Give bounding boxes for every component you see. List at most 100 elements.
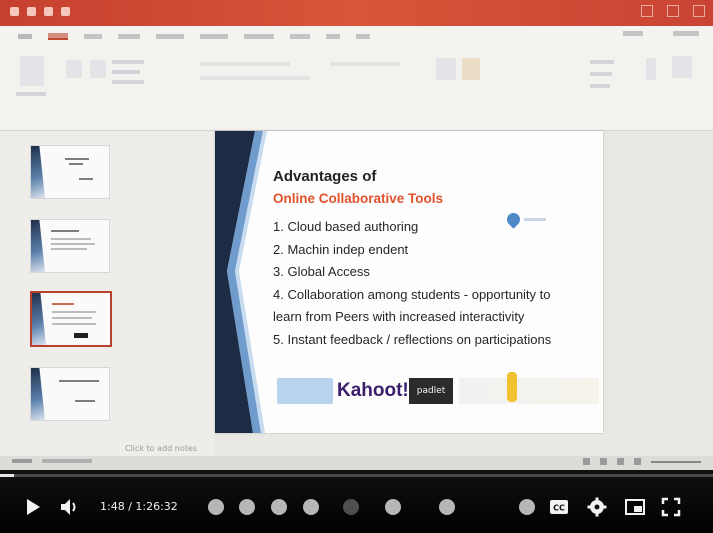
gear-icon (587, 497, 607, 517)
tab-animations[interactable] (200, 33, 228, 39)
progress-bar[interactable] (0, 474, 713, 477)
window-controls (641, 5, 705, 17)
undo-icon[interactable] (44, 7, 53, 16)
slide-thumbnail-1[interactable] (30, 145, 110, 199)
thumbnail-text (51, 243, 95, 245)
replace-button[interactable] (590, 72, 612, 76)
volume-button[interactable] (58, 496, 80, 518)
thumbnail-decoration (32, 293, 46, 345)
thumbnail-decoration (31, 368, 45, 420)
current-slide[interactable]: Advantages of Online Collaborative Tools… (215, 131, 603, 433)
font-group[interactable] (200, 62, 290, 66)
thumbnail-text (79, 178, 93, 180)
video-player-controls: 1:48 / 1:26:32 CC (0, 470, 713, 533)
fullscreen-icon (661, 497, 681, 517)
arrange-button[interactable] (462, 58, 480, 80)
reuse-slides-button[interactable] (90, 60, 106, 78)
tab-home[interactable] (48, 32, 68, 40)
thumbnail-text (52, 317, 92, 319)
slide-thumbnail-3-selected[interactable] (30, 291, 112, 347)
thumbnail-text (59, 380, 99, 382)
tab-file[interactable] (18, 33, 32, 39)
slide-thumbnail-4[interactable] (30, 367, 110, 421)
ribbon-tabs (0, 26, 713, 46)
maximize-icon[interactable] (667, 5, 679, 17)
tab-transitions[interactable] (156, 33, 184, 39)
slideshow-icon[interactable] (634, 458, 641, 465)
player-button[interactable] (236, 496, 258, 518)
reading-view-icon[interactable] (617, 458, 624, 465)
zoom-slider[interactable] (651, 460, 701, 463)
autosave-icon[interactable] (10, 7, 19, 16)
tab-slide-show[interactable] (244, 33, 274, 39)
normal-view-icon[interactable] (583, 458, 590, 465)
quick-access-toolbar (10, 7, 70, 16)
slide-decoration (215, 131, 267, 433)
list-item: 5. Instant feedback / reflections on par… (273, 331, 552, 347)
reset-button[interactable] (112, 70, 140, 74)
circle-icon (343, 499, 359, 515)
slide-counter (12, 459, 32, 463)
play-button[interactable] (22, 496, 44, 518)
player-button[interactable] (205, 496, 227, 518)
player-button[interactable] (516, 496, 538, 518)
minimize-icon[interactable] (641, 5, 653, 17)
thumbnail-text (75, 400, 95, 402)
player-button[interactable] (268, 496, 290, 518)
slide-thumbnail-pane (0, 131, 215, 456)
notes-placeholder: Click to add notes (125, 444, 197, 453)
progress-fill (0, 474, 15, 477)
list-item: 4. Collaboration among students - opport… (273, 286, 551, 302)
tab-insert[interactable] (84, 33, 102, 39)
redo-icon[interactable] (61, 7, 70, 16)
ribbon (0, 46, 713, 131)
tab-help[interactable] (356, 33, 370, 39)
player-button[interactable] (382, 496, 404, 518)
volume-icon (61, 499, 76, 515)
thumbnail-text (51, 248, 87, 250)
thumbnail-decoration (31, 146, 45, 198)
fullscreen-button[interactable] (660, 496, 682, 518)
share-button[interactable] (623, 31, 643, 36)
player-button[interactable] (300, 496, 322, 518)
select-button[interactable] (590, 84, 610, 88)
list-item: 1. Cloud based authoring (273, 219, 419, 234)
tab-view[interactable] (326, 33, 340, 39)
player-button[interactable] (340, 496, 362, 518)
advantages-list: 1. Cloud based authoring 2. Machin indep… (273, 216, 603, 351)
slide-thumbnail-2[interactable] (30, 219, 110, 273)
font-format-row[interactable] (200, 76, 310, 80)
player-button[interactable] (436, 496, 458, 518)
section-button[interactable] (112, 80, 144, 84)
speaker-notes[interactable]: Click to add notes (125, 436, 713, 456)
designer-button[interactable] (672, 56, 692, 78)
dictate-button[interactable] (646, 58, 656, 80)
captions-icon: CC (550, 500, 568, 514)
tool-logo (277, 378, 333, 404)
close-icon[interactable] (693, 5, 705, 17)
comments-button[interactable] (673, 31, 699, 36)
thumbnail-text (52, 323, 96, 325)
find-button[interactable] (590, 60, 614, 64)
padlet-logo: padlet (409, 378, 453, 404)
slide-sorter-icon[interactable] (600, 458, 607, 465)
paste-button[interactable] (20, 56, 44, 86)
circle-icon (271, 499, 287, 515)
captions-button[interactable]: CC (548, 496, 570, 518)
kahoot-logo: Kahoot! (337, 380, 409, 401)
paragraph-group[interactable] (330, 62, 400, 66)
layout-button[interactable] (112, 60, 144, 64)
tab-review[interactable] (290, 33, 310, 39)
padlet-logo-text: padlet (416, 386, 446, 396)
tab-design[interactable] (118, 33, 140, 39)
new-slide-button[interactable] (66, 60, 82, 78)
circle-icon (208, 499, 224, 515)
shapes-button[interactable] (436, 58, 456, 80)
save-icon[interactable] (27, 7, 36, 16)
miniplayer-icon (625, 499, 645, 515)
circle-icon (439, 499, 455, 515)
settings-button[interactable] (586, 496, 608, 518)
language-indicator (42, 459, 92, 463)
miniplayer-button[interactable] (624, 496, 646, 518)
thumbnail-text (65, 158, 89, 160)
